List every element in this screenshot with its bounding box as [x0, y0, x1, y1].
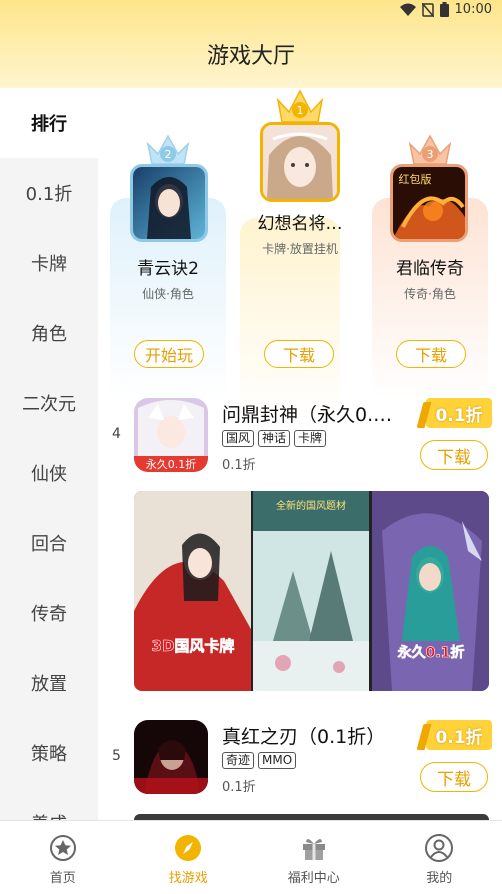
status-bar: 10:00 — [399, 2, 492, 17]
screenshot-2-caption: 全新的国风题材 — [276, 499, 346, 512]
rank-1-name: 幻想名将… — [257, 214, 343, 234]
tab-mine[interactable]: 我的 — [377, 821, 502, 894]
ranking-content: 2 青云诀2 仙侠·角色 开始玩 1 幻想名将… 卡牌·放置挂机 下载 3 红包… — [98, 88, 502, 820]
discount-text: 0.1折 — [222, 780, 256, 795]
rank-1-number: 1 — [297, 104, 304, 117]
category-sidebar: 排行 0.1折 卡牌 角色 二次元 仙侠 回合 传奇 放置 策略 养成 — [0, 88, 98, 820]
tab-welfare[interactable]: 福利中心 — [251, 821, 377, 894]
screenshot-2[interactable]: 全新的国风题材 — [253, 491, 370, 691]
rank-2-number: 2 — [165, 148, 172, 161]
discount-text: 0.1折 — [222, 458, 256, 473]
status-time: 10:00 — [454, 2, 492, 17]
game-icon-wending[interactable]: 永久0.1折 — [134, 398, 208, 472]
gift-icon — [302, 838, 325, 860]
tag: 国风 — [222, 430, 255, 447]
game-icon-zhenhong[interactable] — [134, 720, 208, 794]
sidebar-item-legend[interactable]: 传奇 — [0, 578, 98, 648]
tag: 奇迹 — [222, 752, 255, 769]
rank-3-name: 君临传奇 — [396, 259, 464, 279]
game-thumb-qingyun[interactable] — [130, 164, 208, 242]
sidebar-item-role[interactable]: 角色 — [0, 298, 98, 368]
download-button-rank-1[interactable]: 下载 — [264, 340, 334, 368]
game-title-zhenhong[interactable]: 真红之刃（0.1折） — [222, 722, 408, 749]
crown-bronze-icon: 3 — [408, 134, 452, 165]
game-thumb-huanxiang[interactable] — [260, 122, 340, 202]
screenshot-1-caption: 3D国风卡牌 — [152, 637, 235, 655]
crown-gold-icon: 1 — [276, 89, 324, 123]
discount-badge: 0.1折 — [426, 398, 492, 428]
icon-label-yongjiu: 永久0.1折 — [146, 457, 197, 471]
crown-silver-icon: 2 — [146, 134, 190, 165]
game-tags-wending: 国风 神话 卡牌 — [222, 430, 327, 447]
game-title-wending[interactable]: 问鼎封神（永久0.… — [222, 400, 408, 427]
rank-4-number: 4 — [112, 426, 121, 442]
star-circle-icon — [49, 835, 76, 861]
tab-find-games-label: 找游戏 — [168, 871, 208, 886]
sidebar-item-anime[interactable]: 二次元 — [0, 368, 98, 438]
battery-icon — [439, 2, 449, 17]
rank-3-number: 3 — [427, 148, 434, 161]
rank-3-tags: 传奇·角色 — [404, 287, 456, 301]
sidebar-item-xianxia[interactable]: 仙侠 — [0, 438, 98, 508]
screenshot-3-caption: 永久0.1折 — [397, 644, 465, 661]
game-thumb-junlin[interactable]: 红包版 — [390, 164, 468, 242]
game-tags-zhenhong: 奇迹 MMO — [222, 752, 297, 769]
screenshot-3[interactable]: 永久0.1折 — [372, 491, 489, 691]
sidebar-item-discount[interactable]: 0.1折 — [0, 158, 98, 228]
user-icon — [425, 834, 454, 862]
sidebar-item-idle[interactable]: 放置 — [0, 648, 98, 718]
play-button-rank-2[interactable]: 开始玩 — [134, 340, 204, 368]
thumb-label-hongbao: 红包版 — [399, 172, 432, 186]
download-button-rank-3[interactable]: 下载 — [396, 340, 466, 368]
sidebar-item-strategy[interactable]: 策略 — [0, 718, 98, 788]
rank-1-tags: 卡牌·放置挂机 — [262, 242, 338, 256]
rank-2-name: 青云诀2 — [137, 259, 199, 279]
wifi-icon — [399, 3, 416, 16]
rank-5-number: 5 — [112, 748, 121, 764]
compass-icon — [175, 835, 202, 861]
sidebar-item-nurture[interactable]: 养成 — [0, 788, 98, 820]
tag: MMO — [258, 752, 297, 769]
screenshot-gallery[interactable]: 3D国风卡牌 全新的国风题材 永久0.1折 — [134, 491, 489, 691]
page-title: 游戏大厅 — [206, 44, 295, 69]
tab-mine-label: 我的 — [426, 871, 453, 886]
rank-2-tags: 仙侠·角色 — [142, 287, 194, 301]
tab-find-games[interactable]: 找游戏 — [126, 821, 252, 894]
discount-badge: 0.1折 — [426, 720, 492, 750]
tag: 神话 — [258, 430, 291, 447]
tab-welfare-label: 福利中心 — [287, 871, 340, 886]
sidebar-item-turnbased[interactable]: 回合 — [0, 508, 98, 578]
screenshot-1[interactable]: 3D国风卡牌 — [134, 491, 251, 691]
no-sim-icon — [421, 2, 434, 17]
sidebar-item-card[interactable]: 卡牌 — [0, 228, 98, 298]
download-button-zhenhong[interactable]: 下载 — [420, 762, 488, 792]
tab-home[interactable]: 首页 — [0, 821, 126, 894]
tab-home-label: 首页 — [49, 871, 76, 886]
tag: 卡牌 — [294, 430, 327, 447]
sidebar-item-ranking[interactable]: 排行 — [0, 88, 98, 158]
download-button-wending[interactable]: 下载 — [420, 440, 488, 470]
bottom-tab-bar: 首页 找游戏 福利中心 我的 — [0, 820, 502, 894]
